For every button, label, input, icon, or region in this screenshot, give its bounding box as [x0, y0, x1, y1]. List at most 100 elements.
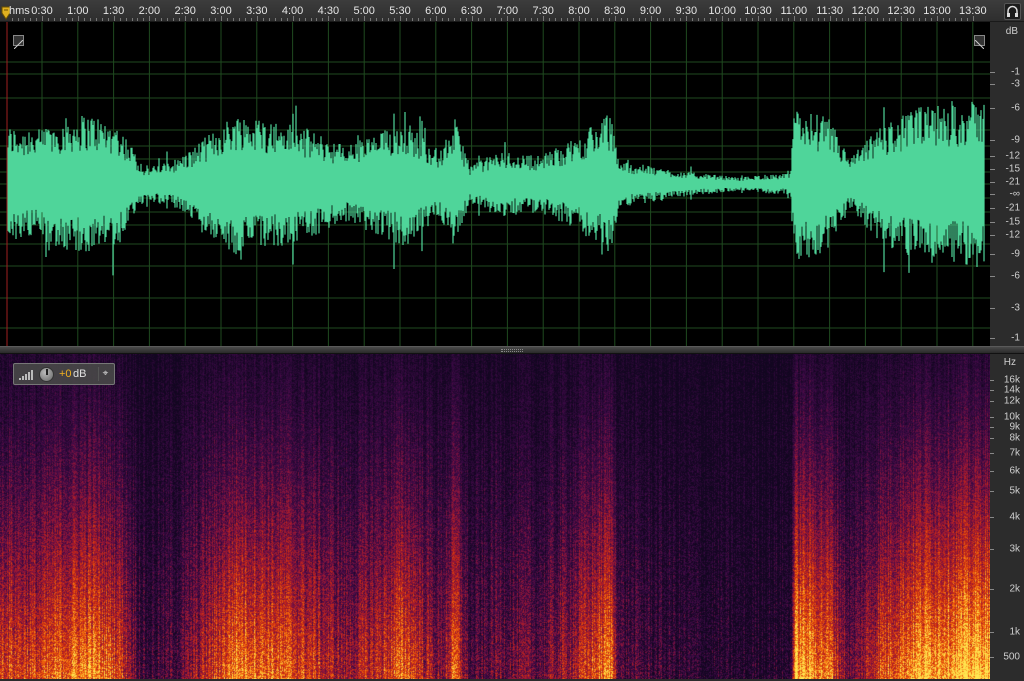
db-tick [990, 338, 995, 339]
ruler-minor-tick [226, 18, 228, 21]
ruler-minor-tick [59, 18, 61, 21]
ruler-minor-tick [680, 18, 682, 21]
ruler-minor-tick [817, 18, 819, 21]
time-ruler[interactable]: hms 0:30 1:00 1:30 2:00 2:30 3:00 3:30 4:00 4:30… [0, 0, 1024, 22]
ruler-minor-tick [101, 18, 103, 21]
ruler-minor-tick [561, 18, 563, 21]
hz-tick [990, 491, 994, 492]
ruler-minor-tick [710, 18, 712, 21]
ruler-minor-tick [525, 18, 527, 21]
frequency-scale: Hz 16k 14k 12k 10k 9k 8k 7k 6k 5k 4k 3k 2k 1k 500 [990, 354, 1024, 681]
ruler-minor-tick [883, 18, 885, 21]
ruler-minor-tick [250, 18, 252, 21]
waveform-trace [7, 101, 985, 276]
ruler-minor-tick [847, 18, 849, 21]
ruler-minor-tick [931, 18, 933, 21]
ruler-major-tick [328, 16, 330, 21]
ruler-major-tick [149, 16, 151, 21]
db-label: -12 [1005, 150, 1020, 162]
ruler-major-tick [435, 16, 437, 21]
ruler-minor-tick [877, 18, 879, 21]
waveform-view[interactable] [0, 22, 990, 346]
knob-icon[interactable] [39, 367, 54, 382]
hz-label: 1k [1009, 626, 1020, 638]
fade-out-handle[interactable] [974, 35, 985, 50]
ruler-minor-tick [841, 18, 843, 21]
ruler-major-tick [507, 16, 509, 21]
db-tick [990, 222, 995, 223]
gain-value[interactable]: +0 [59, 368, 72, 380]
ruler-minor-tick [358, 18, 360, 21]
ruler-minor-tick [644, 18, 646, 21]
ruler-minor-tick [519, 18, 521, 21]
hz-tick [990, 438, 994, 439]
ruler-minor-tick [405, 18, 407, 21]
ruler-major-tick [901, 16, 903, 21]
hz-label: 5k [1009, 485, 1020, 497]
headphones-button[interactable] [1004, 3, 1021, 20]
ruler-minor-tick [871, 18, 873, 21]
pin-icon: ⌖ [102, 368, 109, 379]
ruler-minor-tick [352, 18, 354, 21]
ruler-minor-tick [483, 18, 485, 21]
ruler-minor-tick [441, 18, 443, 21]
waveform-canvas [0, 22, 990, 346]
ruler-minor-tick [662, 18, 664, 21]
ruler-minor-tick [656, 18, 658, 21]
fade-in-handle[interactable] [13, 35, 24, 50]
gain-unit: dB [73, 368, 87, 380]
hz-tick [990, 657, 994, 658]
ruler-minor-tick [746, 18, 748, 21]
spectrogram-view[interactable] [0, 354, 990, 679]
ruler-minor-tick [215, 18, 217, 21]
db-tick [990, 140, 995, 141]
ruler-minor-tick [95, 18, 97, 21]
hz-label: 3k [1009, 543, 1020, 555]
ruler-minor-tick [859, 18, 861, 21]
db-label: -∞ [1009, 188, 1020, 200]
ruler-minor-tick [740, 18, 742, 21]
ruler-major-tick [937, 16, 938, 21]
db-tick [990, 276, 995, 277]
ruler-minor-tick [161, 18, 163, 21]
spectrogram-canvas [0, 354, 990, 679]
ruler-minor-tick [286, 18, 288, 21]
hz-label: 8k [1009, 432, 1020, 444]
ruler-minor-tick [322, 18, 324, 21]
ruler-minor-tick [763, 18, 765, 21]
ruler-minor-tick [590, 18, 592, 21]
db-label: -3 [1011, 302, 1020, 314]
ruler-major-tick [113, 16, 115, 21]
panel-splitter[interactable] [0, 346, 1024, 354]
hz-label: 4k [1009, 511, 1020, 523]
gain-hud[interactable]: +0 dB ⌖ [13, 363, 115, 385]
hz-tick [990, 453, 994, 454]
ruler-minor-tick [781, 18, 783, 21]
ruler-minor-tick [752, 18, 754, 21]
hz-tick [990, 632, 994, 633]
hz-label: 500 [1003, 651, 1020, 663]
ruler-minor-tick [262, 18, 264, 21]
hz-tick [990, 589, 994, 590]
db-label: -9 [1011, 248, 1020, 260]
ruler-minor-tick [209, 18, 211, 21]
ruler-minor-tick [346, 18, 348, 21]
ruler-major-tick [42, 16, 43, 21]
splitter-grip-icon[interactable] [501, 349, 523, 352]
ruler-minor-tick [805, 18, 807, 21]
db-tick [990, 235, 995, 236]
ruler-minor-tick [925, 18, 927, 21]
pin-button[interactable]: ⌖ [98, 367, 112, 381]
hz-label: 14k [1003, 384, 1020, 396]
db-tick [990, 169, 995, 170]
ruler-minor-tick [573, 18, 575, 21]
ruler-minor-tick [811, 18, 813, 21]
ruler-minor-tick [728, 18, 730, 21]
ruler-major-tick [686, 16, 688, 21]
ruler-minor-tick [238, 18, 240, 21]
ruler-minor-tick [913, 18, 915, 21]
ruler-major-tick [185, 16, 187, 21]
ruler-minor-tick [167, 18, 169, 21]
ruler-minor-tick [119, 18, 121, 21]
db-label: -21 [1005, 202, 1020, 214]
